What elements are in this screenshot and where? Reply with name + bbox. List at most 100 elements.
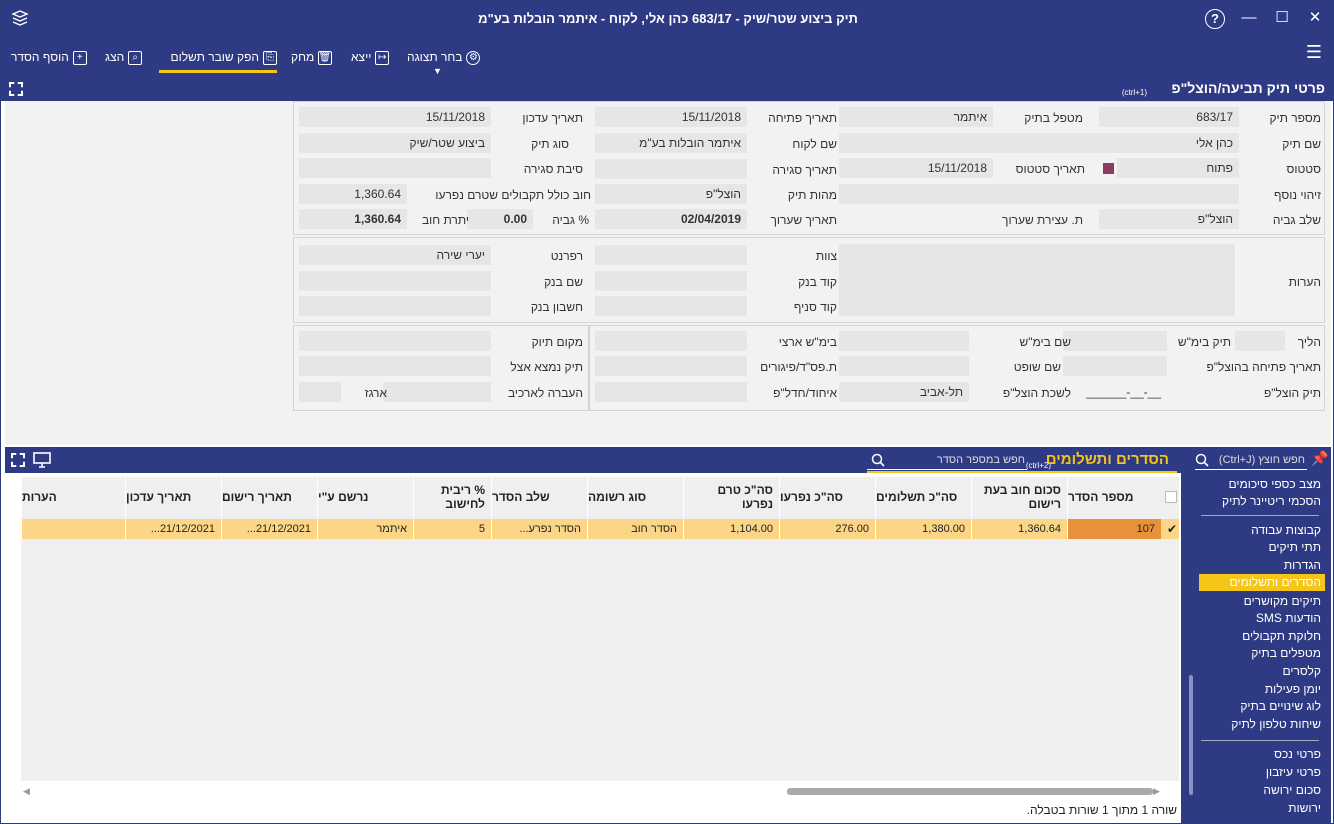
file-number-field[interactable]: 683/17	[1099, 107, 1239, 127]
sidebar-item-receipts-split[interactable]: חלוקת תקבולים	[1242, 628, 1321, 645]
file-type-field[interactable]: ביצוע שטר/שיק	[299, 133, 491, 153]
open-date-field[interactable]: 15/11/2018	[595, 107, 747, 127]
sidebar-item-linked-files[interactable]: תיקים מקושרים	[1244, 593, 1321, 610]
table-cell[interactable]: 1,360.64	[971, 519, 1067, 539]
expand-icon[interactable]	[9, 82, 23, 96]
table-row[interactable]: ✔ 107 1,360.64 1,380.00 276.00 1,104.00 …	[21, 519, 1179, 539]
export-button[interactable]: ↦ייצא	[351, 47, 390, 67]
column-header[interactable]: סה"כ תשלומים	[875, 477, 971, 517]
sidebar-item-sms[interactable]: הודעות SMS	[1256, 610, 1321, 627]
team-field[interactable]	[595, 245, 747, 265]
district-court-field[interactable]	[595, 331, 747, 351]
merge-field[interactable]	[595, 382, 747, 402]
table-cell[interactable]: 21/12/2021...	[125, 519, 221, 539]
menu-icon[interactable]: ☰	[1303, 41, 1325, 63]
column-header[interactable]: סוג רשומה	[587, 477, 683, 517]
add-arrangement-button[interactable]: +הוסף הסדר	[11, 47, 87, 67]
file-at-field[interactable]	[299, 356, 491, 376]
court-file-field[interactable]	[1063, 331, 1167, 351]
update-date-field[interactable]: 15/11/2018	[299, 107, 491, 127]
collection-stage-field[interactable]: הוצל"פ	[1099, 209, 1239, 229]
sidebar-item-sub-files[interactable]: תתי תיקים	[1268, 539, 1321, 556]
file-name-field[interactable]: כהן אלי	[839, 133, 1239, 153]
table-cell[interactable]: הסדר נפרע...	[491, 519, 587, 539]
minimize-button[interactable]: —	[1238, 7, 1260, 29]
judge-name-field[interactable]	[839, 356, 969, 376]
handler-field[interactable]: איתמר	[839, 107, 993, 127]
column-header[interactable]: שלב הסדר	[491, 477, 587, 517]
table-cell[interactable]: 107	[1067, 519, 1161, 539]
sidebar-item-estate[interactable]: פרטי עיזבון	[1266, 764, 1321, 781]
column-header[interactable]: סה"כ נפרעו	[779, 477, 875, 517]
debt-balance-field[interactable]: 1,360.64	[299, 209, 407, 229]
column-header[interactable]: תאריך רישום	[221, 477, 317, 517]
table-cell[interactable]: 1,104.00	[683, 519, 779, 539]
evaluation-date-field[interactable]: 02/04/2019	[595, 209, 747, 229]
debt-incl-field[interactable]: 1,360.64	[299, 184, 407, 204]
sidebar-item-settings[interactable]: הגדרות	[1284, 557, 1321, 574]
close-button[interactable]: ✕	[1304, 7, 1326, 29]
sidebar-item-property[interactable]: פרטי נכס	[1274, 746, 1321, 763]
pin-icon[interactable]: 📌	[1311, 450, 1328, 467]
table-cell[interactable]	[21, 519, 125, 539]
sidebar-item-change-log[interactable]: לוג שינויים בתיק	[1240, 698, 1321, 715]
archive-field[interactable]	[383, 382, 491, 402]
scroll-left-arrow-icon[interactable]: ◀	[23, 786, 30, 797]
grid-search-input[interactable]: חפש במספר הסדר	[867, 452, 1027, 470]
scroll-right-arrow-icon[interactable]: ▶	[1153, 786, 1160, 797]
bank-name-field[interactable]	[299, 271, 491, 291]
sidebar-scrollbar[interactable]	[1189, 675, 1193, 795]
sidebar-search-input[interactable]: חפש חוצץ (Ctrl+J)	[1195, 452, 1307, 470]
monitor-icon[interactable]	[33, 452, 51, 468]
column-header[interactable]: סכום חוב בעת רישום	[971, 477, 1067, 517]
table-cell[interactable]: 276.00	[779, 519, 875, 539]
maximize-button[interactable]: ☐	[1271, 7, 1293, 29]
sidebar-item-inheritances[interactable]: ירושות	[1288, 800, 1321, 817]
delete-button[interactable]: 🗑מחק	[291, 47, 333, 67]
bank-code-field[interactable]	[595, 271, 747, 291]
procedure-field[interactable]	[1235, 331, 1285, 351]
help-icon[interactable]: ?	[1205, 9, 1225, 29]
horizontal-scrollbar[interactable]	[787, 788, 1153, 795]
bank-account-field[interactable]	[299, 296, 491, 316]
choose-view-button[interactable]: ⚙בחר תצוגה ▼	[407, 47, 481, 76]
collection-pct-field[interactable]: 0.00	[467, 209, 533, 229]
row-checkbox[interactable]: ✔	[1161, 519, 1179, 539]
court-name-field[interactable]	[839, 331, 969, 351]
issue-voucher-button[interactable]: ⎘ הפק שובר תשלום	[159, 47, 277, 73]
search-icon[interactable]	[871, 453, 885, 467]
sidebar-item-arrangements[interactable]: הסדרים ותשלומים	[1199, 574, 1325, 591]
sidebar-item-work-groups[interactable]: קבוצות עבודה	[1251, 522, 1321, 539]
status-date-field[interactable]: 15/11/2018	[839, 158, 993, 178]
table-cell[interactable]: 1,380.00	[875, 519, 971, 539]
sidebar-item-inheritance-amount[interactable]: סכום ירושה	[1263, 782, 1321, 799]
sidebar-search-icon[interactable]	[1195, 453, 1209, 467]
filing-location-field[interactable]	[299, 331, 491, 351]
select-all-checkbox[interactable]	[1165, 491, 1177, 503]
column-header[interactable]: תאריך עדכון	[125, 477, 221, 517]
table-cell[interactable]: 5	[413, 519, 491, 539]
table-cell[interactable]: איתמר	[317, 519, 413, 539]
branch-code-field[interactable]	[595, 296, 747, 316]
enforcement-office-field[interactable]: תל-אביב	[839, 382, 969, 402]
close-reason-field[interactable]	[299, 158, 491, 178]
column-header[interactable]: הערות	[21, 477, 125, 517]
box-field[interactable]	[299, 382, 341, 402]
sidebar-item-binders[interactable]: קלסרים	[1283, 663, 1322, 680]
referent-field[interactable]: יערי שירה	[299, 245, 491, 265]
column-header[interactable]: נרשם ע"י	[317, 477, 413, 517]
show-button[interactable]: ⌕הצג	[105, 47, 143, 67]
sidebar-item-financial-summary[interactable]: מצב כספי סיכומים	[1228, 476, 1321, 493]
column-header[interactable]: מספר הסדר	[1067, 477, 1159, 517]
table-cell[interactable]: 21/12/2021...	[221, 519, 317, 539]
file-nature-field[interactable]: הוצל"פ	[595, 184, 747, 204]
column-header[interactable]: סה"כ טרם נפרעו	[683, 477, 779, 517]
notes-field[interactable]	[839, 244, 1235, 316]
enforcement-file-field[interactable]: __-__-______	[1085, 382, 1167, 402]
client-name-field[interactable]: איתמר הובלות בע"מ	[595, 133, 747, 153]
sidebar-item-phone-calls[interactable]: שיחות טלפון לתיק	[1231, 716, 1321, 733]
table-cell[interactable]: הסדר חוב	[587, 519, 683, 539]
bankruptcy-field[interactable]	[595, 356, 747, 376]
status-field[interactable]: פתוח	[1117, 158, 1239, 178]
sidebar-item-handlers[interactable]: מטפלים בתיק	[1251, 645, 1321, 662]
